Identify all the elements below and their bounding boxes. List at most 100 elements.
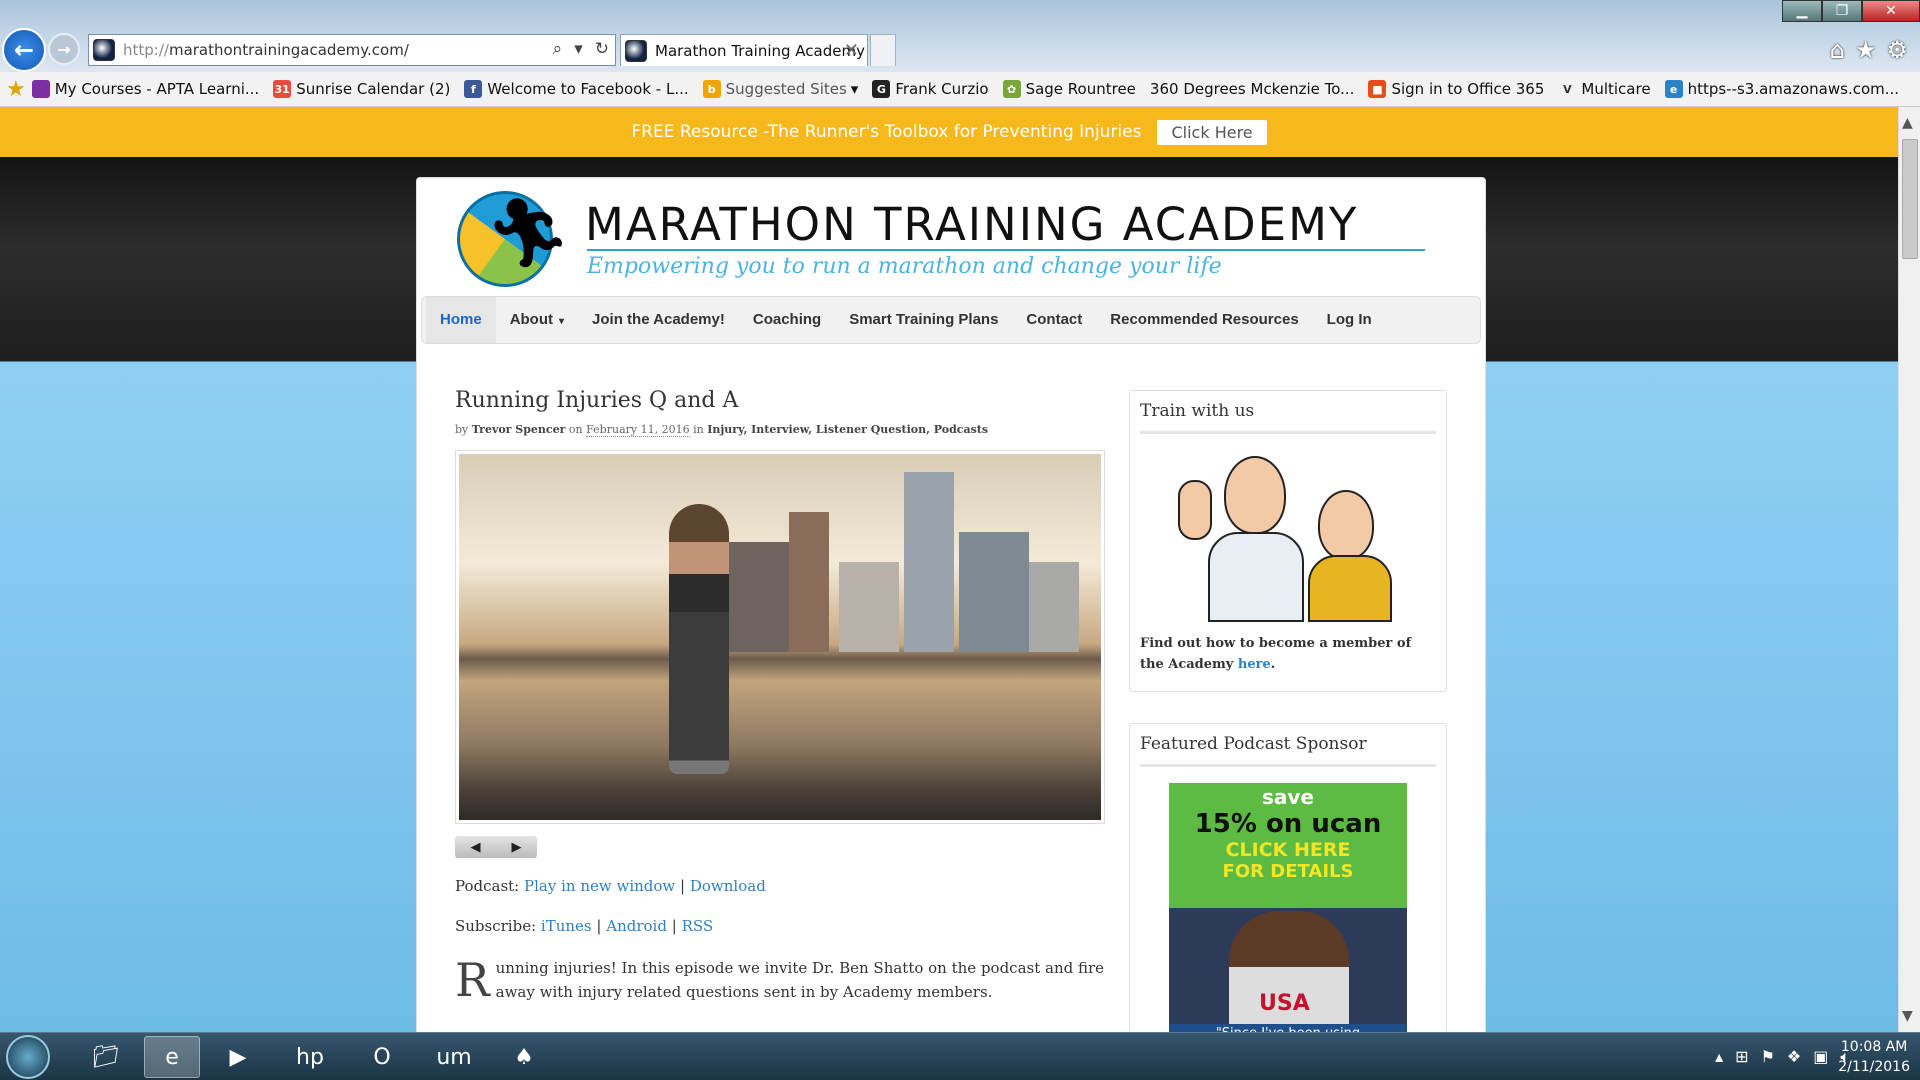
nav-label: Join the Academy!	[592, 311, 725, 328]
favorite-label: https--s3.amazonaws.com...	[1687, 80, 1900, 98]
minimize-button[interactable]: ▁	[1782, 0, 1822, 22]
clock-time: 10:08 AM	[1840, 1039, 1908, 1055]
coaches-illustration[interactable]	[1168, 450, 1408, 622]
nav-item-home[interactable]: Home	[426, 297, 496, 343]
favorite-item[interactable]: f Welcome to Facebook - L...	[464, 80, 689, 98]
nav-label: Smart Training Plans	[849, 311, 999, 328]
um-app-icon[interactable]: um	[426, 1036, 482, 1078]
volume-icon[interactable]: ◀	[471, 840, 481, 855]
favorite-item[interactable]: e https--s3.amazonaws.com...	[1664, 80, 1900, 98]
post-title[interactable]: Running Injuries Q and A	[455, 388, 1105, 413]
promo-bar: FREE Resource -The Runner's Toolbox for …	[0, 107, 1898, 157]
audio-player[interactable]: ◀ ▶	[455, 836, 537, 858]
favorite-label: My Courses - APTA Learni...	[54, 80, 260, 98]
tab-marathon-training-academy[interactable]: Marathon Training Academy ✕	[620, 34, 868, 66]
favorite-item[interactable]: 360 Degrees Mckenzie To...	[1150, 80, 1355, 98]
title-underline	[587, 249, 1425, 251]
promo-click-here-button[interactable]: Click Here	[1157, 119, 1267, 145]
join-here-link[interactable]: here	[1238, 657, 1271, 672]
close-tab-icon[interactable]: ✕	[844, 40, 859, 61]
system-clock[interactable]: 10:08 AM 2/11/2016	[1838, 1037, 1910, 1077]
nav-label: About	[509, 311, 554, 328]
nav-item-coaching[interactable]: Coaching	[739, 297, 835, 343]
favorite-item[interactable]: b Suggested Sites ▾	[702, 80, 859, 98]
browser-tools: ⌂ ★ ⚙	[1830, 36, 1908, 64]
download-link[interactable]: Download	[690, 877, 766, 895]
nav-item-contact[interactable]: Contact	[1012, 297, 1096, 343]
site-favicon-icon	[625, 39, 647, 62]
favorite-item[interactable]: ■ Sign in to Office 365	[1368, 80, 1544, 98]
nav-item-join-the-academy[interactable]: Join the Academy!	[578, 297, 739, 343]
address-bar[interactable]: http:// marathontrainingacademy.com/ ⌕ ▾…	[88, 34, 616, 66]
chevron-down-icon[interactable]: ▾	[574, 39, 583, 59]
post-hero-image	[455, 450, 1105, 824]
favorite-label: Sunrise Calendar (2)	[296, 80, 451, 98]
chevron-down-icon[interactable]: ▾	[851, 80, 859, 98]
scroll-up-icon[interactable]: ▲	[1902, 115, 1913, 131]
nav-item-recommended-resources[interactable]: Recommended Resources	[1096, 297, 1312, 343]
media-player-icon[interactable]: ▶	[210, 1036, 266, 1078]
maximize-button[interactable]: ❐	[1822, 0, 1862, 22]
android-link[interactable]: Android	[606, 917, 667, 935]
post-categories[interactable]: Injury, Interview, Listener Question, Po…	[707, 423, 988, 436]
rss-link[interactable]: RSS	[682, 917, 714, 935]
site-title[interactable]: MARATHON TRAINING ACADEMY	[585, 198, 1358, 251]
action-center-flag-icon[interactable]: ⚑	[1761, 1047, 1775, 1067]
refresh-icon[interactable]: ↻	[595, 39, 609, 59]
train-with-us-widget: Train with us Find out how to become a m…	[1129, 390, 1447, 692]
post-author[interactable]: Trevor Spencer	[472, 423, 566, 436]
new-tab-button[interactable]	[870, 34, 896, 66]
post-intro: R unning injuries! In this episode we in…	[455, 956, 1105, 1004]
itunes-link[interactable]: iTunes	[541, 917, 592, 935]
scrollbar-thumb[interactable]	[1902, 139, 1918, 259]
play-new-window-link[interactable]: Play in new window	[524, 877, 675, 895]
play-icon[interactable]: ▶	[512, 840, 522, 855]
favorite-site-icon: G	[872, 80, 891, 98]
nav-label: Coaching	[752, 311, 822, 328]
url-text: marathontrainingacademy.com/	[168, 41, 409, 59]
favorite-label: Sign in to Office 365	[1391, 80, 1545, 98]
favorites-list: My Courses - APTA Learni... 31 Sunrise Cal…	[31, 80, 1913, 98]
dropbox-icon[interactable]: ❖	[1787, 1047, 1801, 1067]
forward-button[interactable]: →	[48, 33, 80, 65]
show-hidden-icons-icon[interactable]: ▴	[1715, 1047, 1723, 1067]
outlook-icon[interactable]: O	[354, 1036, 410, 1078]
favorite-item[interactable]: V Multicare	[1558, 80, 1650, 98]
scroll-down-icon[interactable]: ▼	[1902, 1008, 1913, 1024]
favorite-site-icon: ✿	[1002, 80, 1021, 98]
widget-title: Featured Podcast Sponsor	[1140, 734, 1436, 767]
favorites-star-icon[interactable]: ★	[1855, 36, 1877, 64]
internet-explorer-icon[interactable]: e	[144, 1036, 200, 1078]
favorite-item[interactable]: My Courses - APTA Learni...	[31, 80, 260, 98]
favorite-label: Sage Rountree	[1025, 80, 1136, 98]
nav-item-about[interactable]: About ▾	[496, 297, 578, 343]
home-icon[interactable]: ⌂	[1830, 36, 1845, 64]
windows-flag-icon[interactable]: ⊞	[1735, 1047, 1748, 1067]
nav-item-smart-training-plans[interactable]: Smart Training Plans	[835, 297, 1012, 343]
favorite-item[interactable]: G Frank Curzio	[872, 80, 989, 98]
browser-chrome: ← → http:// marathontrainingacademy.com/…	[0, 0, 1920, 107]
favorite-item[interactable]: ✿ Sage Rountree	[1002, 80, 1136, 98]
search-icon[interactable]: ⌕	[553, 39, 563, 59]
favorite-site-icon	[31, 80, 50, 98]
back-button[interactable]: ←	[2, 28, 46, 72]
file-explorer-icon[interactable]: 📁︎	[78, 1036, 134, 1078]
vertical-scrollbar[interactable]: ▲ ▼	[1898, 107, 1920, 1032]
favorite-item[interactable]: 31 Sunrise Calendar (2)	[273, 80, 450, 98]
web-page: FREE Resource -The Runner's Toolbox for …	[0, 107, 1898, 1032]
gear-icon[interactable]: ⚙	[1886, 36, 1908, 64]
ucan-sponsor-ad[interactable]: save 15% on ucan CLICK HERE FOR DETAILS …	[1169, 783, 1407, 1032]
favorites-star-icon[interactable]: ★	[6, 77, 26, 102]
nav-label: Recommended Resources	[1110, 311, 1299, 328]
site-tagline: Empowering you to run a marathon and cha…	[587, 254, 1222, 279]
close-window-button[interactable]: ✕	[1862, 0, 1920, 22]
favorite-site-icon: ■	[1368, 80, 1387, 98]
post-byline: by Trevor Spencer on February 11, 2016 i…	[455, 423, 989, 437]
arrow-right-icon: →	[57, 39, 71, 59]
hp-icon[interactable]: hp	[282, 1036, 338, 1078]
nav-item-log-in[interactable]: Log In	[1313, 297, 1386, 343]
widget-title: Train with us	[1140, 401, 1436, 434]
start-button[interactable]	[6, 1035, 50, 1079]
network-icon[interactable]: ▣	[1813, 1047, 1828, 1067]
evernote-icon[interactable]: ♠	[496, 1036, 552, 1078]
